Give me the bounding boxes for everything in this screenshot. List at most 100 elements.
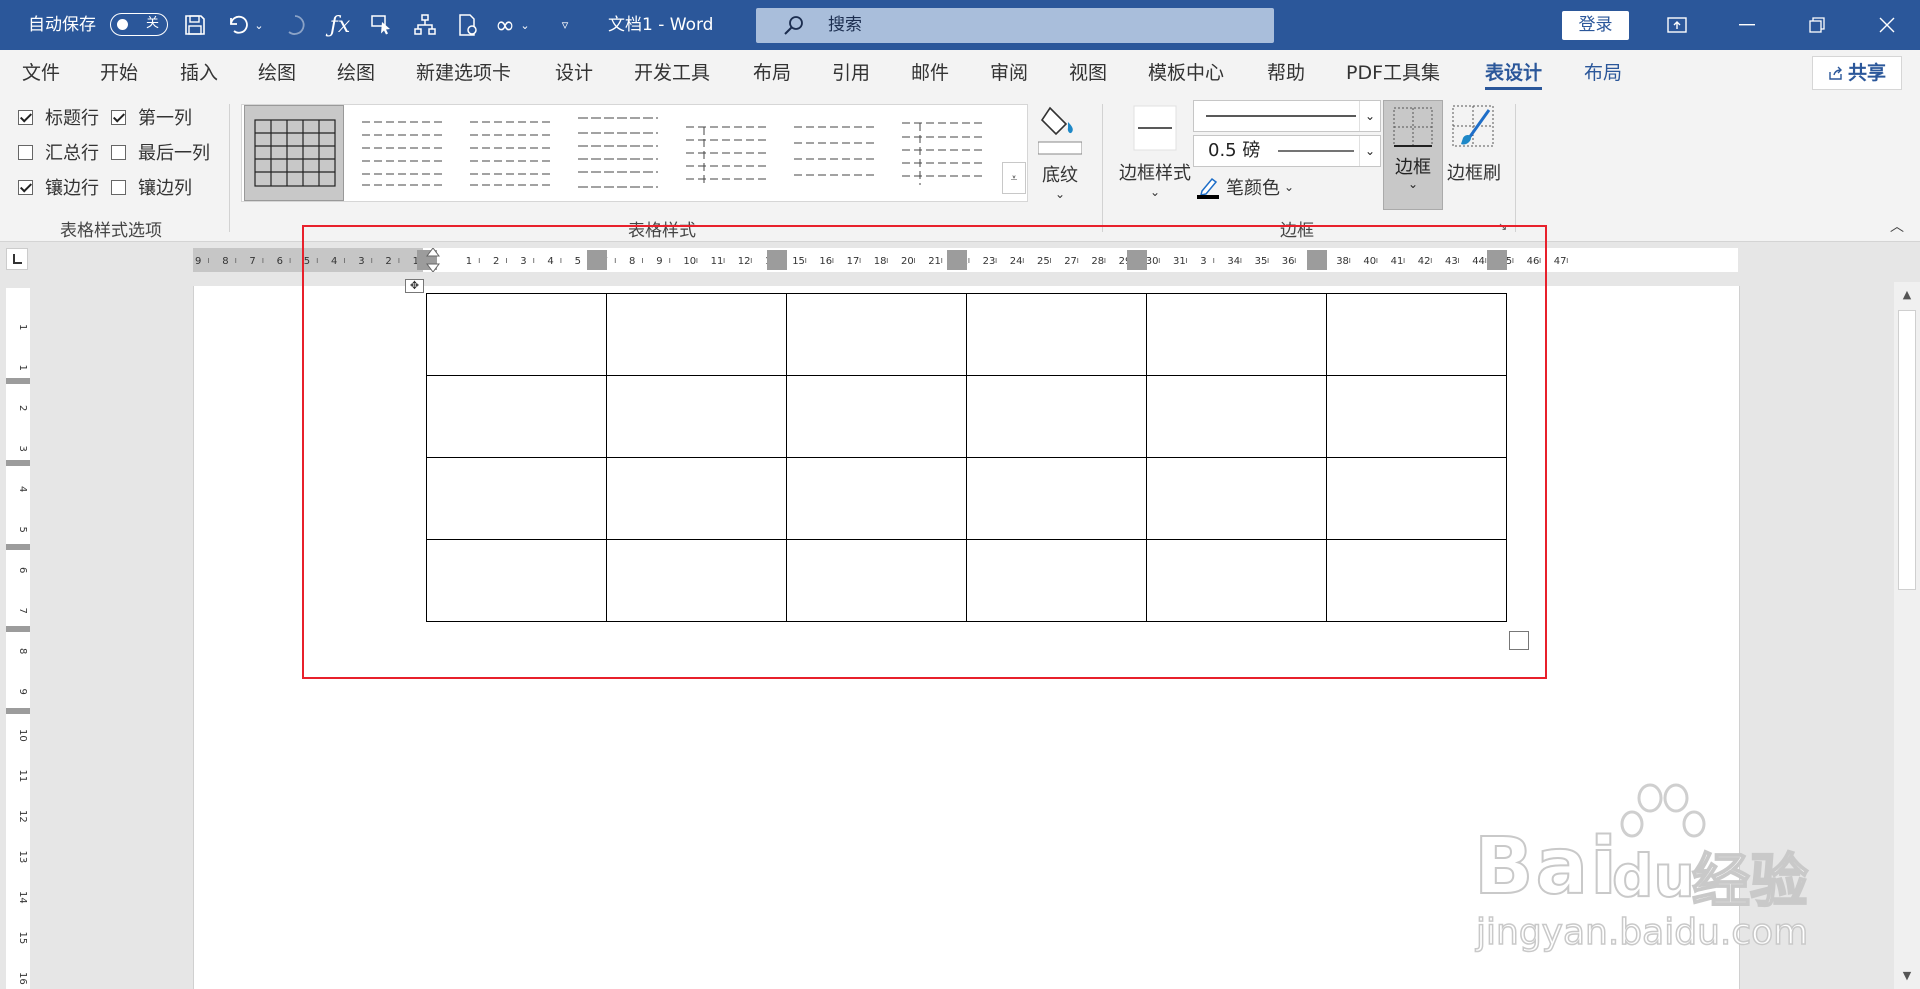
- tab-review[interactable]: 审阅: [990, 50, 1028, 96]
- shading-button[interactable]: 底纹 ⌄: [1034, 102, 1086, 201]
- ruler-tick-label: 12: [17, 810, 28, 823]
- tab-developer[interactable]: 开发工具: [634, 50, 710, 96]
- ruler-tick-label: 1: [17, 324, 28, 330]
- document-title: 文档1 - Word: [608, 15, 714, 35]
- line-weight-dropdown[interactable]: 0.5 磅 ⌄: [1193, 135, 1381, 167]
- watermark-brand-2: du: [1611, 841, 1696, 911]
- save-icon[interactable]: [180, 10, 210, 40]
- tab-template-center[interactable]: 模板中心: [1148, 50, 1224, 96]
- autosave-toggle[interactable]: 关: [110, 13, 168, 36]
- total-row-checkbox[interactable]: 汇总行: [18, 138, 99, 166]
- scroll-up-icon[interactable]: ▲: [1894, 282, 1920, 308]
- border-styles-dropdown-icon: ⌄: [1149, 185, 1161, 199]
- ruler-tick: [208, 258, 209, 263]
- tab-home[interactable]: 开始: [100, 50, 138, 96]
- undo-dropdown-icon[interactable]: ⌄: [252, 10, 266, 40]
- tab-insert[interactable]: 插入: [180, 50, 218, 96]
- table-style-grid[interactable]: [244, 105, 344, 201]
- share-label: 共享: [1847, 62, 1886, 84]
- tab-design[interactable]: 设计: [555, 50, 593, 96]
- hierarchy-icon[interactable]: [410, 10, 440, 40]
- title-bar: 自动保存 关 ⌄ ƒx ∞ ⌄ ▿ 文档1 - Word 搜索 登录: [0, 0, 1920, 50]
- tab-draw-2[interactable]: 绘图: [337, 50, 375, 96]
- select-object-icon[interactable]: [367, 10, 397, 40]
- tab-help[interactable]: 帮助: [1267, 50, 1305, 96]
- tab-selector[interactable]: [6, 248, 28, 270]
- baidu-jingyan-watermark: Bai du 经验 jingyan.baidu.com: [1470, 780, 1830, 954]
- ruler-tick-label: 6: [17, 567, 28, 573]
- tab-pdf-tools[interactable]: PDF工具集: [1346, 50, 1440, 96]
- table-style-plain-3[interactable]: [568, 105, 668, 201]
- link-dropdown-icon[interactable]: ⌄: [518, 10, 532, 40]
- ruler-tick-label: 10: [17, 729, 28, 742]
- banded-rows-checkbox[interactable]: 镶边行: [18, 173, 99, 201]
- tab-draw[interactable]: 绘图: [258, 50, 296, 96]
- tab-references[interactable]: 引用: [832, 50, 870, 96]
- ribbon-display-options-icon[interactable]: [1642, 0, 1712, 50]
- group-separator: [1102, 104, 1103, 232]
- tab-table-layout[interactable]: 布局: [1584, 50, 1622, 96]
- tab-file[interactable]: 文件: [22, 50, 60, 96]
- first-column-checkbox[interactable]: 第一列: [111, 103, 192, 131]
- banded-columns-checkbox[interactable]: 镶边列: [111, 173, 192, 201]
- highlight-annotation-box: [302, 225, 1547, 679]
- ruler-tick: [1566, 258, 1568, 263]
- style-options-group-label: 表格样式选项: [60, 221, 162, 241]
- vertical-ruler[interactable]: 11234567891011121314151617: [6, 288, 30, 989]
- table-style-plain-5[interactable]: [784, 105, 884, 201]
- pen-color-button[interactable]: 笔颜色 ⌄: [1196, 172, 1294, 202]
- line-weight-preview: [1278, 150, 1354, 152]
- header-row-checkbox[interactable]: 标题行: [18, 103, 99, 131]
- gallery-more-icon[interactable]: ⩡: [1002, 162, 1026, 194]
- close-icon[interactable]: [1852, 0, 1920, 50]
- table-styles-gallery: ▴ ▾: [241, 104, 1258, 202]
- border-painter-button[interactable]: 边框刷: [1444, 102, 1504, 185]
- ruler-tick-label: 9: [17, 689, 28, 695]
- document-settings-icon[interactable]: [453, 10, 483, 40]
- vertical-scrollbar[interactable]: ▲ ▼: [1894, 282, 1920, 989]
- search-box[interactable]: 搜索: [756, 8, 1274, 43]
- ruler-tick-label: 13: [17, 851, 28, 864]
- search-placeholder: 搜索: [828, 15, 862, 35]
- watermark-url: jingyan.baidu.com: [1475, 911, 1809, 954]
- table-style-plain-1[interactable]: [352, 105, 452, 201]
- tab-new-tab[interactable]: 新建选项卡: [416, 50, 511, 96]
- line-style-dropdown[interactable]: ⌄: [1193, 100, 1381, 132]
- link-icon[interactable]: ∞: [490, 10, 520, 40]
- collapse-ribbon-icon[interactable]: ︿: [1890, 216, 1904, 236]
- pen-color-icon: [1197, 177, 1219, 199]
- border-styles-button[interactable]: 边框样式 ⌄: [1114, 102, 1196, 199]
- row-marker: [6, 708, 30, 714]
- restore-icon[interactable]: [1782, 0, 1852, 50]
- formula-icon[interactable]: ƒx: [325, 10, 355, 40]
- autosave-label: 自动保存: [28, 15, 96, 35]
- customize-toolbar-icon[interactable]: ▿: [550, 10, 580, 40]
- share-button[interactable]: 共享: [1812, 56, 1902, 90]
- borders-button[interactable]: 边框 ⌄: [1383, 100, 1443, 210]
- tab-table-design[interactable]: 表设计: [1485, 50, 1543, 96]
- tab-mailings[interactable]: 邮件: [911, 50, 949, 96]
- ruler-tick-label: 4: [17, 486, 28, 492]
- tab-view[interactable]: 视图: [1069, 50, 1107, 96]
- scroll-thumb[interactable]: [1898, 310, 1916, 590]
- ruler-tick-label: 8: [17, 648, 28, 654]
- border-painter-icon: [1452, 105, 1494, 147]
- minimize-icon[interactable]: [1712, 0, 1782, 50]
- table-style-plain-4[interactable]: [676, 105, 776, 201]
- last-column-checkbox[interactable]: 最后一列: [111, 138, 210, 166]
- borders-icon: [1393, 107, 1433, 147]
- search-icon: [782, 14, 806, 42]
- table-style-plain-2[interactable]: [460, 105, 560, 201]
- undo-icon[interactable]: [224, 10, 254, 40]
- ruler-tick-label: 3: [17, 446, 28, 452]
- tab-layout[interactable]: 布局: [753, 50, 791, 96]
- table-style-plain-6[interactable]: [892, 105, 992, 201]
- borders-label: 边框: [1395, 157, 1431, 178]
- ruler-tick-label: 7: [249, 256, 255, 267]
- scroll-down-icon[interactable]: ▼: [1894, 963, 1920, 989]
- autosave-state: 关: [145, 16, 159, 31]
- redo-icon[interactable]: [280, 10, 310, 40]
- line-style-dropdown-icon: ⌄: [1359, 101, 1380, 131]
- paint-bucket-icon: [1037, 106, 1083, 155]
- login-button[interactable]: 登录: [1562, 11, 1629, 40]
